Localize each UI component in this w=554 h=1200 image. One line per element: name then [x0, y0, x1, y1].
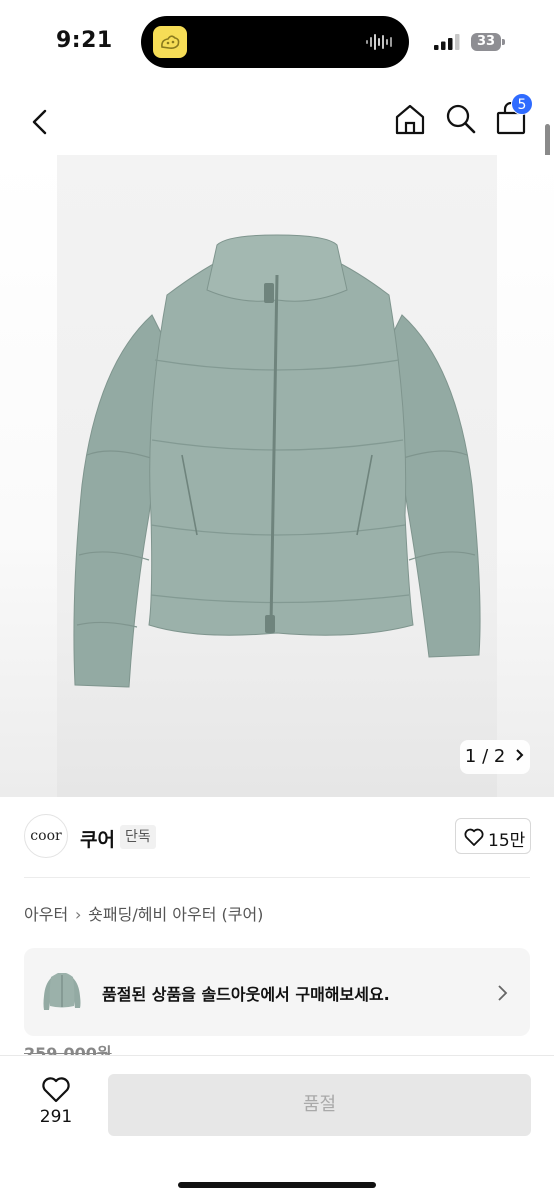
puffer-jacket-image: [73, 234, 481, 688]
product-thumbnail: [43, 973, 81, 1010]
chevron-right-icon: [498, 985, 508, 1001]
pager-text: 1 / 2: [464, 746, 506, 767]
cart-button[interactable]: 5: [495, 93, 533, 140]
wishlist-button[interactable]: 291: [30, 1076, 82, 1136]
bottom-action-bar: 291 품절: [0, 1055, 554, 1200]
back-button[interactable]: [22, 104, 58, 144]
heart-outline-icon: [464, 828, 484, 846]
breadcrumb-item[interactable]: 아우터: [24, 905, 68, 924]
soldout-banner-text: 품절된 상품을 솔드아웃에서 구매해보세요.: [102, 985, 390, 1004]
search-icon: [446, 104, 476, 134]
chevron-right-icon: ›: [74, 905, 82, 924]
battery-level: 33: [471, 33, 501, 51]
product-image-carousel[interactable]: 1 / 2: [0, 155, 554, 797]
section-divider: [24, 877, 530, 878]
brand-like-button[interactable]: 15만: [455, 818, 531, 854]
cellular-signal-icon: [434, 34, 460, 50]
brand-logo-text: coor: [30, 828, 62, 844]
soldout-promo-banner[interactable]: 품절된 상품을 솔드아웃에서 구매해보세요.: [24, 948, 530, 1036]
audio-waveform-icon: [366, 34, 392, 50]
chevron-left-icon: [32, 109, 47, 135]
exclusive-badge: 단독: [120, 825, 156, 849]
live-activity-app-icon: [153, 26, 187, 58]
dynamic-island: [141, 16, 409, 68]
wishlist-count: 291: [39, 1107, 73, 1127]
chevron-right-icon: [516, 749, 524, 761]
home-indicator: [178, 1182, 376, 1188]
image-pager[interactable]: 1 / 2: [460, 740, 530, 774]
top-nav: 5: [0, 92, 554, 148]
heart-outline-icon: [42, 1077, 70, 1103]
brand-row: coor 쿠어 단독 15만: [0, 812, 554, 864]
status-bar: 9:21 33: [0, 0, 554, 84]
cart-count-badge: 5: [511, 93, 533, 115]
breadcrumb-item[interactable]: 숏패딩/헤비 아우터 (쿠어): [88, 905, 263, 924]
home-icon: [395, 104, 425, 135]
brand-like-count: 15만: [488, 831, 526, 851]
breadcrumb: 아우터 › 숏패딩/헤비 아우터 (쿠어): [24, 901, 263, 925]
brand-name[interactable]: 쿠어: [80, 825, 115, 852]
search-button[interactable]: [444, 102, 478, 140]
status-time: 9:21: [56, 28, 113, 53]
soldout-purchase-button[interactable]: 품절: [108, 1074, 531, 1136]
battery-cap: [502, 39, 505, 45]
brand-logo[interactable]: coor: [24, 814, 68, 858]
home-button[interactable]: [393, 102, 427, 140]
